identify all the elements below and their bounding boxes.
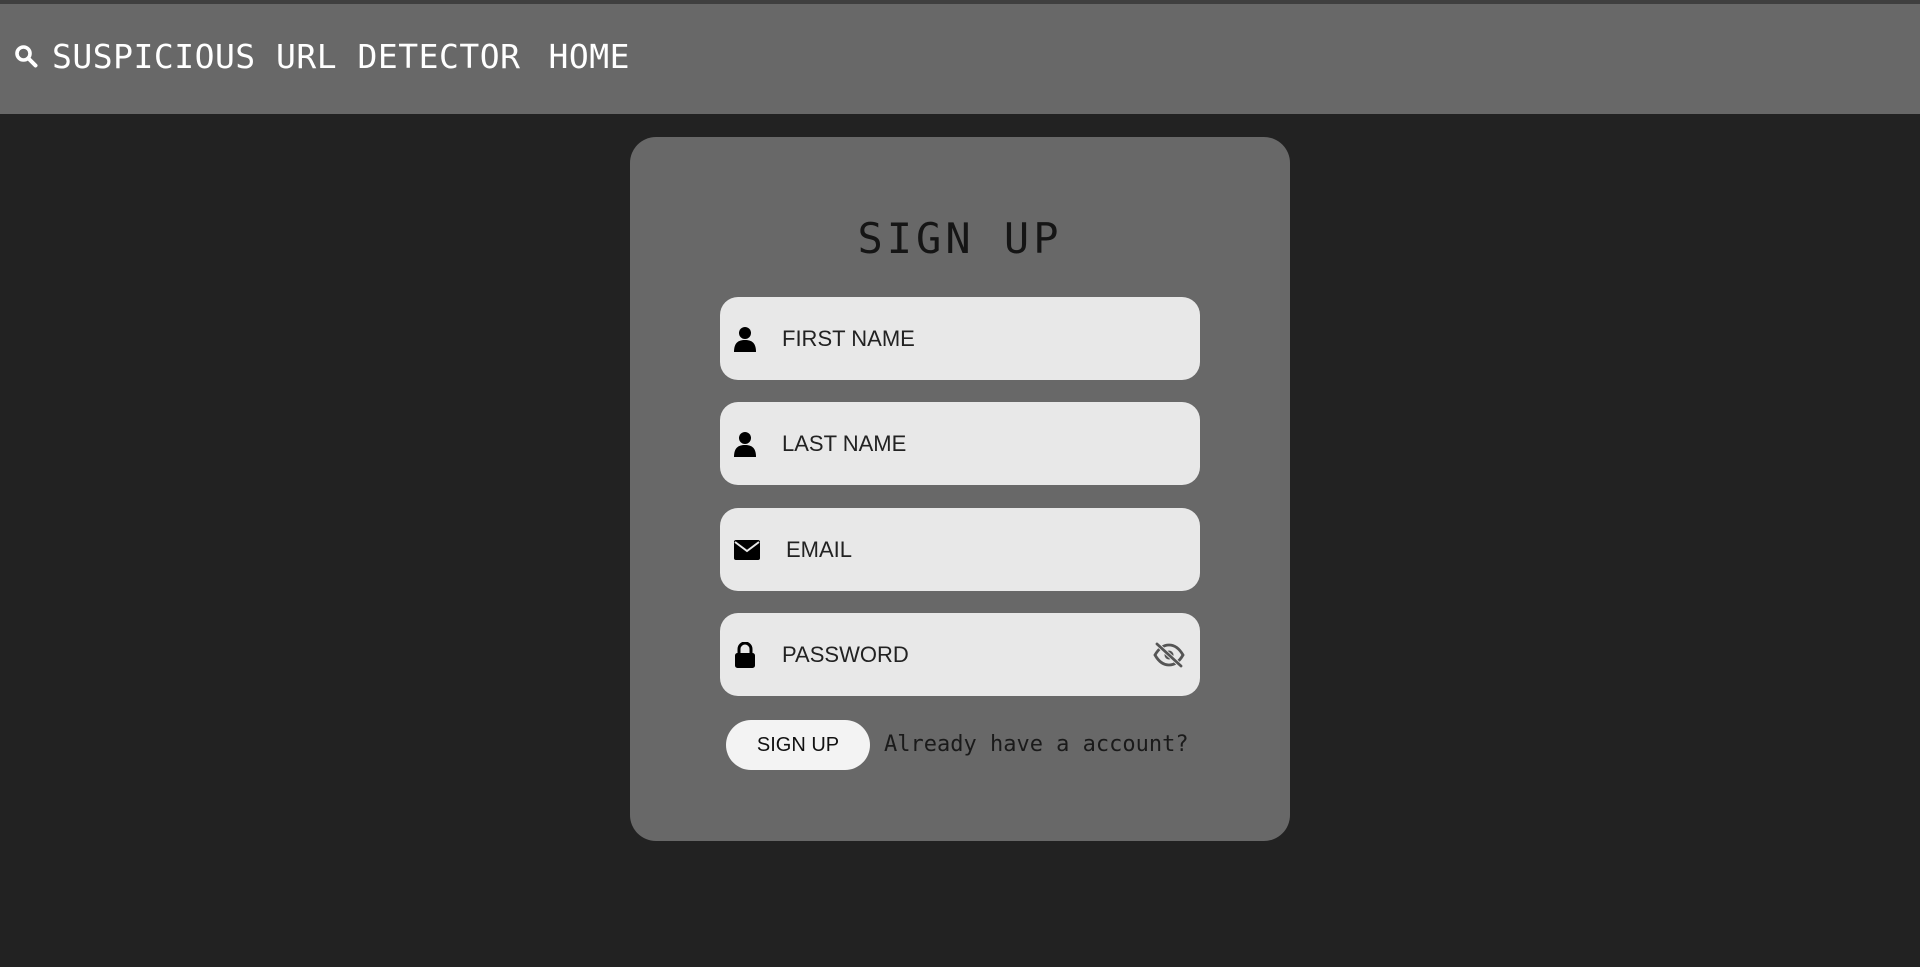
email-input[interactable] xyxy=(786,508,1146,591)
user-icon xyxy=(733,430,757,458)
email-field xyxy=(720,508,1200,591)
envelope-icon xyxy=(734,536,760,564)
lock-icon xyxy=(733,641,757,669)
signup-button[interactable]: SIGN UP xyxy=(726,720,870,770)
last-name-field xyxy=(720,402,1200,485)
home-link[interactable]: HOME xyxy=(548,37,629,76)
login-link[interactable]: Already have a account? xyxy=(884,732,1189,757)
form-title: SIGN UP xyxy=(857,214,1063,263)
first-name-input[interactable] xyxy=(782,297,1142,380)
user-icon xyxy=(733,325,757,353)
first-name-field xyxy=(720,297,1200,380)
brand-label: SUSPICIOUS URL DETECTOR xyxy=(52,36,521,76)
last-name-input[interactable] xyxy=(782,402,1142,485)
password-input[interactable] xyxy=(782,613,1102,696)
password-field xyxy=(720,613,1200,696)
brand-link[interactable]: SUSPICIOUS URL DETECTOR xyxy=(14,37,520,76)
eye-slash-icon[interactable] xyxy=(1152,641,1186,669)
search-icon xyxy=(14,44,38,68)
navbar: SUSPICIOUS URL DETECTOR HOME xyxy=(0,4,1920,114)
